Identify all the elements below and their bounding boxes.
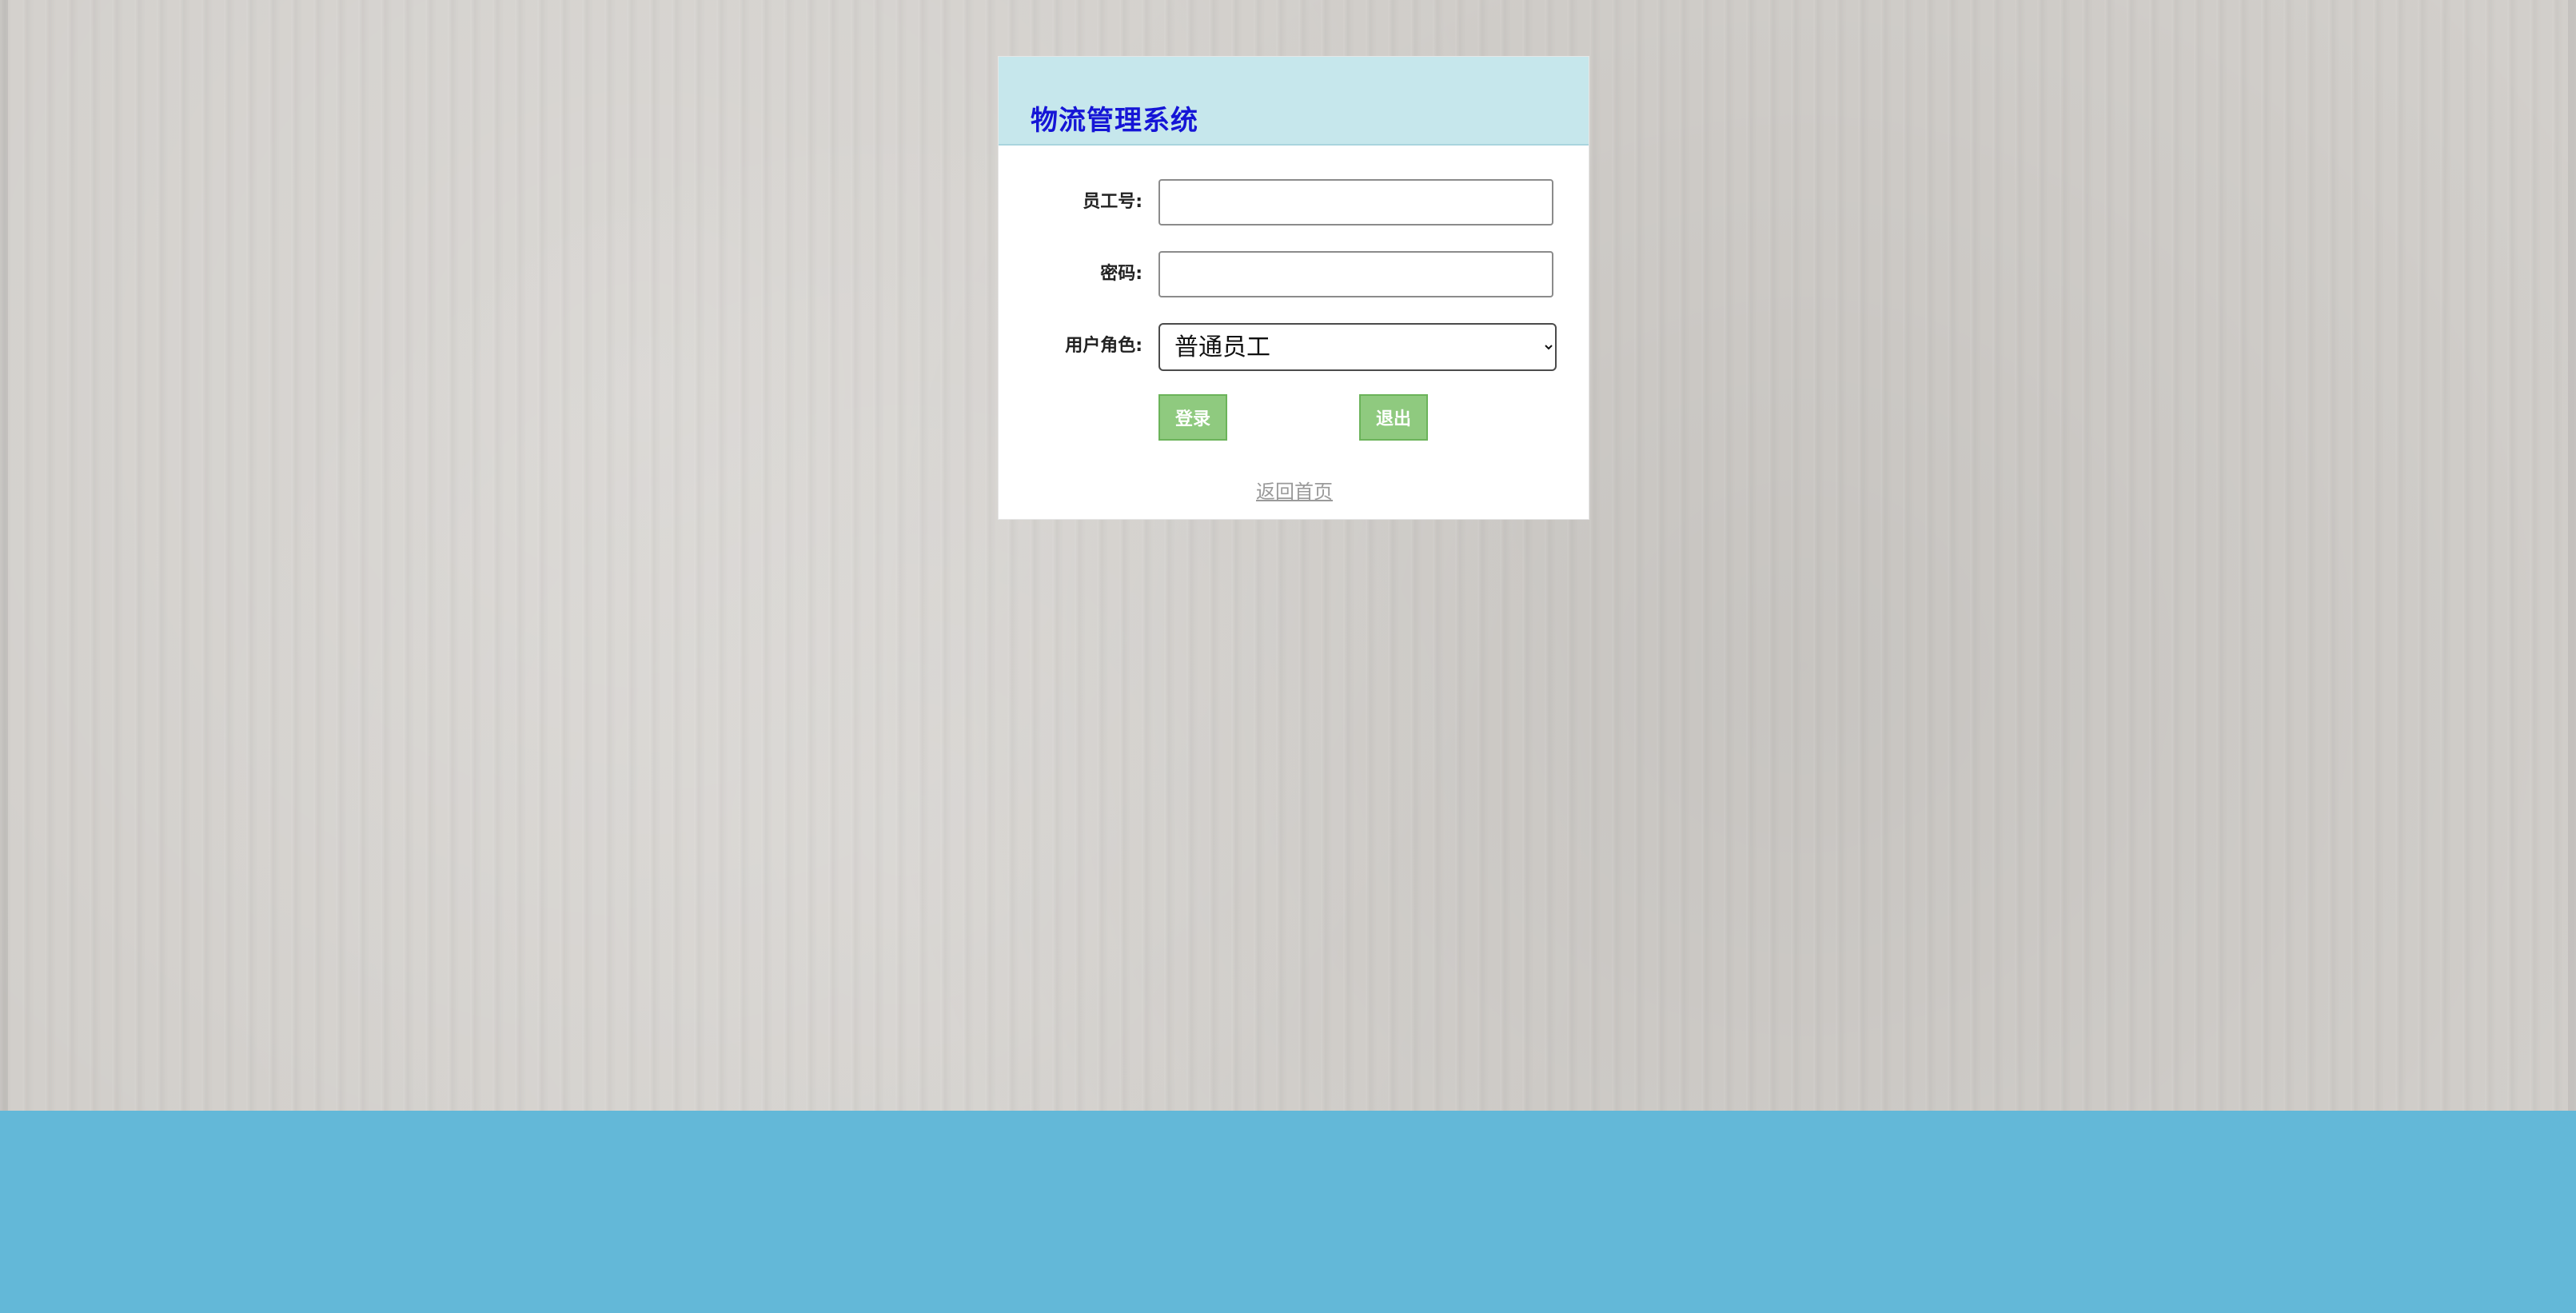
employee-id-input[interactable] (1158, 179, 1553, 225)
password-label: 密码: (1100, 264, 1142, 284)
role-row: 用户角色: 普通员工 (999, 321, 1590, 371)
role-select[interactable]: 普通员工 (1158, 323, 1557, 371)
app-title: 物流管理系统 (1031, 105, 1198, 137)
footer-bar (0, 1111, 2576, 1313)
exit-button[interactable]: 退出 (1359, 394, 1428, 441)
role-label: 用户角色: (1065, 336, 1142, 356)
back-home-link[interactable]: 返回首页 (999, 476, 1590, 504)
password-input[interactable] (1158, 251, 1553, 297)
login-button[interactable]: 登录 (1158, 394, 1227, 441)
login-panel: 物流管理系统 员工号: 密码: 用户角色: 普通员工 登录 退出 返回首页 (998, 56, 1589, 520)
password-row: 密码: (999, 249, 1590, 299)
employee-id-label: 员工号: (1083, 192, 1142, 212)
panel-header: 物流管理系统 (999, 57, 1589, 146)
employee-id-row: 员工号: (999, 178, 1590, 227)
